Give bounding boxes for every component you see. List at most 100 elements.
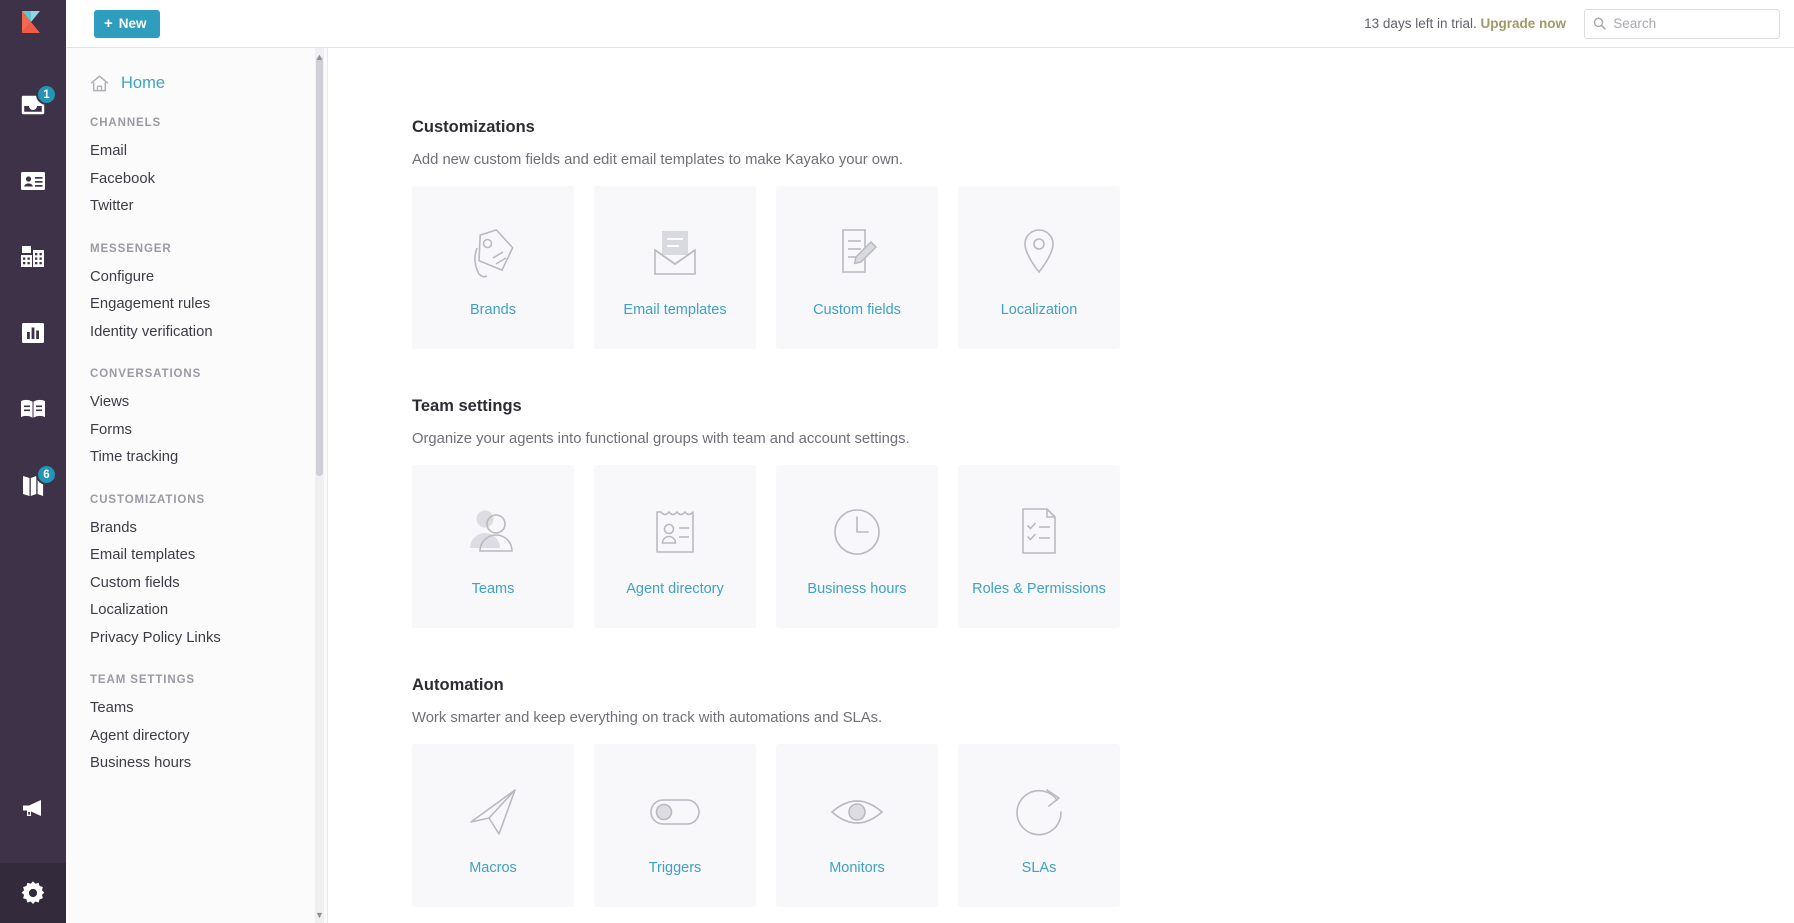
nav-section-team-settings: TEAM SETTINGS Teams Agent directory Busi… bbox=[90, 674, 328, 778]
rail-item-organizations[interactable] bbox=[0, 230, 66, 284]
nav-item-forms[interactable]: Forms bbox=[90, 417, 328, 445]
nav-item-email[interactable]: Email bbox=[90, 138, 328, 166]
upgrade-now-link[interactable]: Upgrade now bbox=[1480, 16, 1566, 31]
kayako-logo[interactable] bbox=[0, 0, 66, 48]
card-slas[interactable]: SLAs bbox=[958, 744, 1120, 907]
section-customizations: Customizations Add new custom fields and… bbox=[412, 118, 1794, 349]
new-button-label: New bbox=[118, 16, 147, 31]
card-label: Monitors bbox=[829, 860, 885, 876]
section-heading: Customizations bbox=[412, 118, 535, 136]
nav-item-twitter[interactable]: Twitter bbox=[90, 193, 328, 221]
section-description: Organize your agents into functional gro… bbox=[412, 431, 910, 447]
topbar: + New 13 days left in trial. Upgrade now bbox=[66, 0, 1794, 48]
card-macros[interactable]: Macros bbox=[412, 744, 574, 907]
nav-item-home[interactable]: Home bbox=[90, 74, 328, 93]
settings-nav: Home CHANNELS Email Facebook Twitter MES… bbox=[66, 48, 328, 923]
plus-icon: + bbox=[104, 15, 113, 32]
app-right-pane: + New 13 days left in trial. Upgrade now bbox=[66, 0, 1794, 923]
card-label: Roles & Permissions bbox=[972, 581, 1106, 597]
settings-nav-scrollbar[interactable] bbox=[315, 48, 324, 923]
rail-item-inbox[interactable]: 1 bbox=[0, 78, 66, 132]
nav-item-privacy-policy-links[interactable]: Privacy Policy Links bbox=[90, 625, 328, 653]
announcements-icon bbox=[23, 800, 41, 816]
eye-icon bbox=[827, 774, 887, 850]
card-agent-directory[interactable]: Agent directory bbox=[594, 465, 756, 628]
card-brands[interactable]: Brands bbox=[412, 186, 574, 349]
people-icon bbox=[463, 495, 523, 571]
scrollbar-thumb[interactable] bbox=[316, 56, 323, 476]
scroll-down-arrow[interactable]: ▼ bbox=[313, 908, 326, 921]
nav-section-title: MESSENGER bbox=[90, 242, 172, 255]
card-label: SLAs bbox=[1021, 860, 1057, 876]
nav-item-agent-directory[interactable]: Agent directory bbox=[90, 723, 328, 751]
card-row: Teams Agent directory Business hours Rol… bbox=[412, 465, 1794, 628]
nav-item-business-hours[interactable]: Business hours bbox=[90, 750, 328, 778]
rail-primary-nav: 1 6 bbox=[0, 48, 66, 512]
nav-item-custom-fields[interactable]: Custom fields bbox=[90, 570, 328, 598]
card-label: Teams bbox=[471, 581, 515, 597]
nav-item-views[interactable]: Views bbox=[90, 389, 328, 417]
checklist-document-icon bbox=[1009, 495, 1069, 571]
card-label: Brands bbox=[470, 302, 516, 318]
rail-item-knowledgebase[interactable] bbox=[0, 382, 66, 436]
nav-item-localization[interactable]: Localization bbox=[90, 597, 328, 625]
nav-item-facebook[interactable]: Facebook bbox=[90, 166, 328, 194]
rail-item-insights[interactable]: 6 bbox=[0, 458, 66, 512]
nav-item-identity-verification[interactable]: Identity verification bbox=[90, 319, 328, 347]
rail-item-contacts[interactable] bbox=[0, 154, 66, 208]
nav-item-brands[interactable]: Brands bbox=[90, 515, 328, 543]
nav-item-engagement-rules[interactable]: Engagement rules bbox=[90, 291, 328, 319]
nav-section-title: CHANNELS bbox=[90, 117, 162, 129]
organizations-icon bbox=[21, 246, 44, 267]
card-email-templates[interactable]: Email templates bbox=[594, 186, 756, 349]
card-label: Email templates bbox=[623, 302, 727, 318]
toggle-icon bbox=[645, 774, 705, 850]
paper-plane-icon bbox=[463, 774, 523, 850]
tag-icon bbox=[463, 216, 523, 292]
nav-section-messenger: MESSENGER Configure Engagement rules Ide… bbox=[90, 243, 328, 347]
rail-item-settings[interactable] bbox=[0, 863, 66, 923]
trial-notice: 13 days left in trial. Upgrade now bbox=[1364, 16, 1566, 31]
section-team-settings: Team settings Organize your agents into … bbox=[412, 397, 1794, 628]
gear-icon bbox=[21, 881, 45, 904]
nav-section-title: TEAM SETTINGS bbox=[90, 674, 195, 686]
search-box[interactable] bbox=[1584, 8, 1780, 39]
inbox-badge: 1 bbox=[36, 84, 57, 105]
card-label: Macros bbox=[469, 860, 517, 876]
knowledgebase-icon bbox=[21, 399, 45, 418]
reports-icon bbox=[22, 323, 44, 343]
card-custom-fields[interactable]: Custom fields bbox=[776, 186, 938, 349]
insights-badge: 6 bbox=[36, 464, 57, 485]
card-label: Triggers bbox=[648, 860, 702, 876]
card-monitors[interactable]: Monitors bbox=[776, 744, 938, 907]
nav-item-email-templates[interactable]: Email templates bbox=[90, 542, 328, 570]
section-heading: Team settings bbox=[412, 397, 522, 415]
rail-item-announcements[interactable] bbox=[0, 781, 66, 835]
nav-item-time-tracking[interactable]: Time tracking bbox=[90, 444, 328, 472]
card-roles-permissions[interactable]: Roles & Permissions bbox=[958, 465, 1120, 628]
nav-section-title: CONVERSATIONS bbox=[90, 368, 202, 380]
new-button[interactable]: + New bbox=[94, 9, 160, 38]
clock-icon bbox=[827, 495, 887, 571]
nav-item-configure[interactable]: Configure bbox=[90, 264, 328, 292]
card-teams[interactable]: Teams bbox=[412, 465, 574, 628]
nav-home-label: Home bbox=[121, 74, 166, 92]
nav-section-title: CUSTOMIZATIONS bbox=[90, 493, 206, 506]
topbar-right: 13 days left in trial. Upgrade now bbox=[1364, 8, 1780, 39]
scroll-up-arrow[interactable]: ▲ bbox=[313, 50, 326, 63]
card-localization[interactable]: Localization bbox=[958, 186, 1120, 349]
section-heading: Automation bbox=[412, 676, 504, 694]
nav-section-customizations: CUSTOMIZATIONS Brands Email templates Cu… bbox=[90, 494, 328, 653]
contacts-icon bbox=[21, 172, 45, 190]
search-input[interactable] bbox=[1613, 16, 1771, 31]
rail-item-reports[interactable] bbox=[0, 306, 66, 360]
app-rail: 1 6 bbox=[0, 0, 66, 923]
settings-main-content: Customizations Add new custom fields and… bbox=[328, 48, 1794, 923]
nav-item-teams[interactable]: Teams bbox=[90, 695, 328, 723]
card-triggers[interactable]: Triggers bbox=[594, 744, 756, 907]
refresh-clock-icon bbox=[1009, 774, 1069, 850]
nav-divider bbox=[327, 48, 328, 923]
document-pencil-icon bbox=[827, 216, 887, 292]
card-row: Macros Triggers Monitors SLAs bbox=[412, 744, 1794, 907]
card-business-hours[interactable]: Business hours bbox=[776, 465, 938, 628]
